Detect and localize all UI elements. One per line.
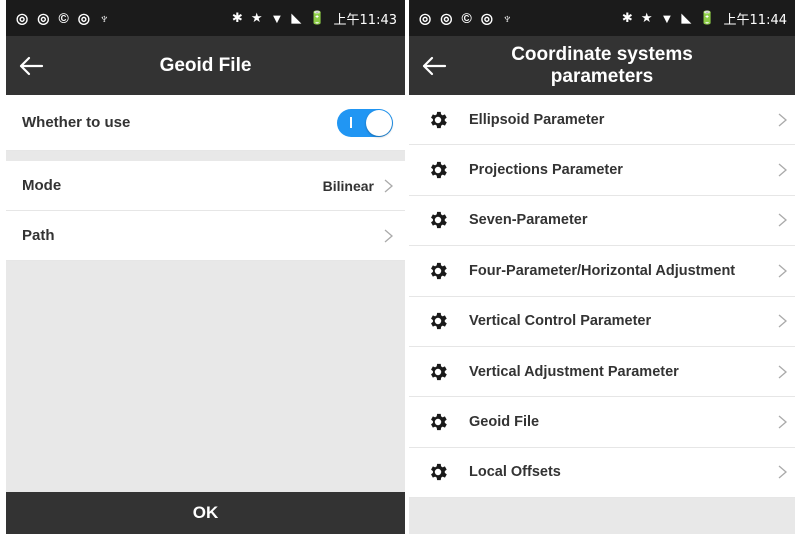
page-title: Geoid File [159,54,252,76]
list-item-label: Vertical Control Parameter [469,313,652,330]
list-item[interactable]: Geoid File [409,397,795,448]
list-item-label: Vertical Adjustment Parameter [469,363,679,380]
list-item[interactable]: Ellipsoid Parameter [409,95,795,146]
chevron-right-icon [778,415,787,429]
status-bar: ◎ ◎ © ◎ ♆ ✱ ★ ▼ ◣ 🔋 上午11:44 [409,0,795,36]
path-label: Path [22,227,55,244]
notification-icon: © [58,10,69,26]
notification-icon: ◎ [419,9,432,26]
list-item-label: Local Offsets [469,464,561,481]
list-item[interactable]: Projections Parameter [409,145,795,196]
battery-icon: 🔋 [309,10,326,25]
app-bar: Geoid File [6,36,405,95]
chevron-right-icon [778,465,787,479]
toggle-knob [366,109,392,136]
signal-icon: ◣ [681,10,692,25]
list-item-label: Projections Parameter [469,162,623,179]
parameter-list: Ellipsoid Parameter Projections Parameter… [409,95,795,499]
list-item[interactable]: Four-Parameter/Horizontal Adjustment [409,246,795,297]
whether-to-use-label: Whether to use [22,114,131,131]
chevron-right-icon [778,163,787,177]
mode-row[interactable]: Mode Bilinear [6,161,405,211]
section-divider [6,151,405,161]
use-geoid-toggle[interactable] [337,108,393,137]
gear-icon [427,310,449,332]
back-arrow-icon[interactable] [421,53,447,79]
path-row[interactable]: Path [6,211,405,261]
chevron-right-icon [778,264,787,278]
system-icons: ✱ ★ ▼ ◣ 🔋 上午11:44 [622,9,787,28]
chevron-right-icon [778,365,787,379]
list-item[interactable]: Vertical Control Parameter [409,296,795,347]
coordinate-systems-screen: ◎ ◎ © ◎ ♆ ✱ ★ ▼ ◣ 🔋 上午11:44 Coordinate s… [409,0,795,534]
geoid-file-screen: ◎ ◎ © ◎ ♆ ✱ ★ ▼ ◣ 🔋 上午11:43 Geoid File W… [6,0,405,534]
chevron-right-icon [778,213,787,227]
gear-icon [427,109,449,131]
notification-icon: ◎ [440,9,453,26]
wifi-icon: ▼ [660,10,674,26]
wifi-icon: ▼ [270,10,284,26]
notification-icon: ♆ [98,10,110,26]
app-bar: Coordinate systems parameters [409,36,795,95]
notification-icon: ◎ [37,9,50,26]
back-arrow-icon[interactable] [18,53,44,79]
ok-button[interactable]: OK [6,492,405,534]
list-item[interactable]: Vertical Adjustment Parameter [409,346,795,398]
gear-icon [427,461,449,483]
status-bar: ◎ ◎ © ◎ ♆ ✱ ★ ▼ ◣ 🔋 上午11:43 [6,0,405,36]
star-icon: ★ [250,10,263,25]
chevron-right-icon [778,113,787,127]
notification-icons: ◎ ◎ © ◎ ♆ [419,10,512,27]
whether-to-use-row: Whether to use [6,95,405,151]
list-item[interactable]: Local Offsets [409,447,795,499]
list-item[interactable]: Seven-Parameter [409,195,795,247]
gear-icon [427,260,449,282]
system-icons: ✱ ★ ▼ ◣ 🔋 上午11:43 [232,9,397,28]
notification-icon: ◎ [77,9,90,26]
clock: 上午11:44 [723,12,787,28]
notification-icon: ♆ [501,10,513,26]
chevron-right-icon [384,179,393,192]
list-item-label: Ellipsoid Parameter [469,111,605,128]
bluetooth-icon: ✱ [621,10,633,25]
chevron-right-icon [384,229,393,242]
notification-icon: © [461,10,472,26]
mode-value: Bilinear [322,177,374,194]
star-icon: ★ [640,10,653,25]
signal-icon: ◣ [291,10,302,25]
gear-icon [427,209,449,231]
notification-icon: ◎ [480,9,493,26]
chevron-right-icon [778,314,787,328]
list-item-label: Four-Parameter/Horizontal Adjustment [469,262,736,279]
list-item-label: Seven-Parameter [469,212,588,229]
gear-icon [427,411,449,433]
notification-icons: ◎ ◎ © ◎ ♆ [16,10,109,27]
mode-label: Mode [22,177,62,194]
list-item-label: Geoid File [469,414,540,431]
toggle-on-mark [350,116,352,128]
page-title: Coordinate systems parameters [511,43,693,87]
gear-icon [427,361,449,383]
battery-icon: 🔋 [699,10,716,25]
clock: 上午11:43 [333,12,397,28]
notification-icon: ◎ [16,9,29,26]
bluetooth-icon: ✱ [231,10,243,25]
gear-icon [427,159,449,181]
